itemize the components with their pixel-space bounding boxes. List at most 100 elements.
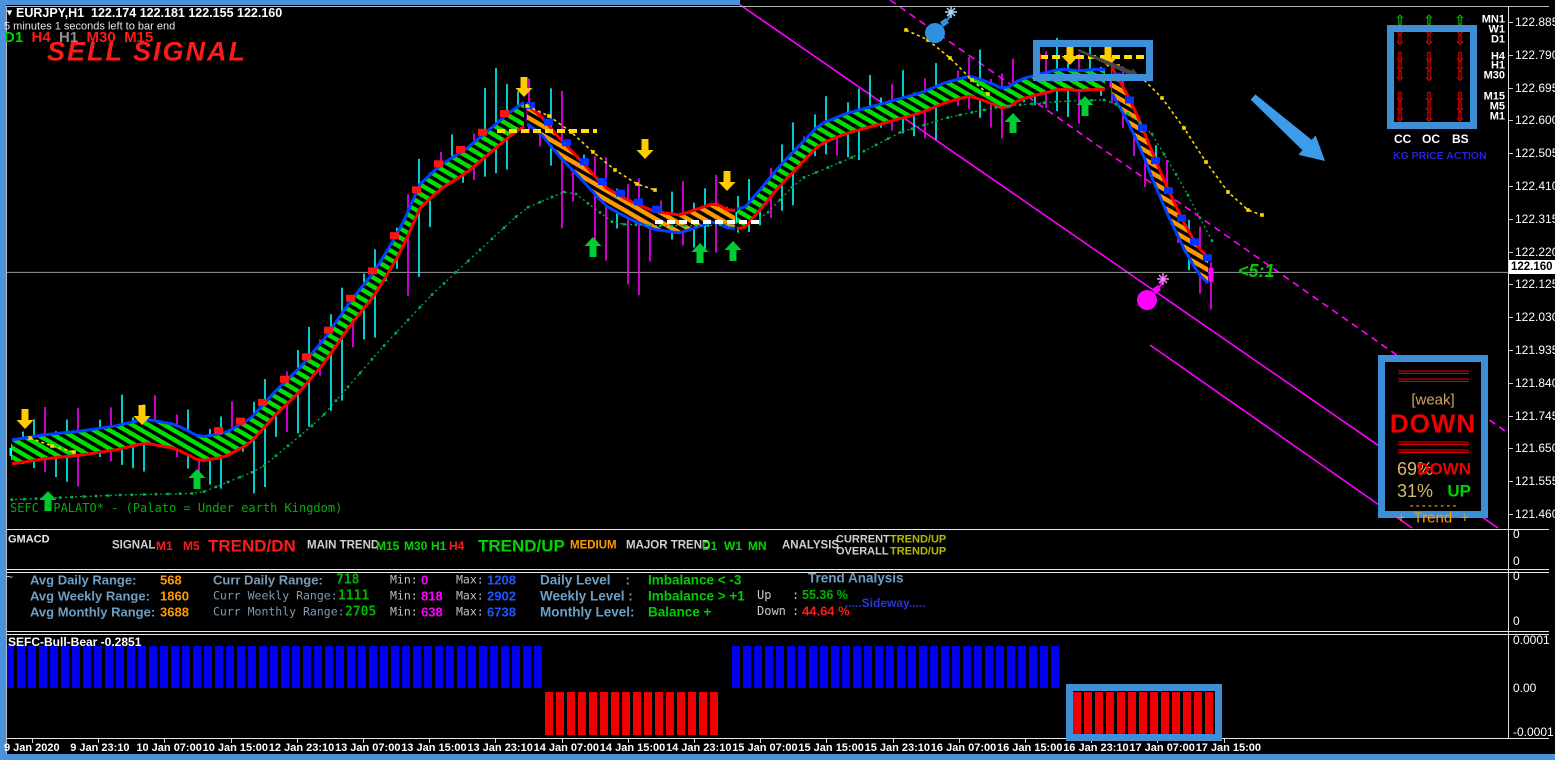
price-axis-label: 122.885 [1515, 15, 1555, 29]
price-axis-label: 121.555 [1515, 474, 1555, 488]
price-axis-label: 122.790 [1515, 48, 1555, 62]
price-axis-tick [1508, 186, 1513, 187]
price-axis-label: 122.315 [1515, 212, 1555, 226]
histogram-bar [996, 646, 1004, 688]
histogram-bar [974, 646, 982, 688]
gmacd-item: MN [748, 540, 767, 552]
gmacd-item: SIGNAL [112, 540, 155, 552]
mtf-col-header: OC [1422, 133, 1440, 145]
gmacd-item: TREND/UP [478, 538, 565, 555]
risk-ratio-label: <5:1 [1238, 262, 1275, 280]
subpanel-axis-label: 0 [1513, 554, 1520, 568]
range-item: Curr Monthly Range: [213, 606, 345, 618]
buy-dot-marker [368, 267, 377, 274]
sell-dot-marker [598, 178, 607, 185]
highlight-box [1066, 684, 1222, 741]
price-axis-tick [1508, 284, 1513, 285]
price-axis-label: 121.840 [1515, 376, 1555, 390]
price-axis-label: 122.695 [1515, 81, 1555, 95]
sell-dot-marker [1177, 215, 1186, 222]
sell-dot-marker [616, 190, 625, 197]
histogram-bar [677, 692, 685, 735]
histogram-bar [61, 646, 69, 688]
histogram-bar [633, 692, 641, 735]
gmacd-item: D1 [702, 540, 717, 552]
buy-dot-marker [500, 110, 509, 117]
price-axis-tick [1508, 416, 1513, 417]
price-chart-canvas[interactable] [0, 0, 1508, 529]
histogram-bar [435, 646, 443, 688]
range-item: 55.36 % [802, 589, 848, 602]
sell-dot-marker [1164, 187, 1173, 194]
panel-separator [6, 529, 1549, 530]
mtf-col-header: CC [1394, 133, 1411, 145]
histogram-bar [215, 646, 223, 688]
histogram-bar [336, 646, 344, 688]
histogram-bar [897, 646, 905, 688]
gmacd-item: ANALYSIS [782, 540, 839, 552]
range-item: Balance + [648, 605, 711, 619]
range-item: 44.64 % [802, 605, 850, 618]
buy-dot-marker [346, 295, 355, 302]
buy-dot-marker [390, 232, 399, 239]
separator-text: ============== [1385, 447, 1481, 458]
buy-dot-marker [236, 418, 245, 425]
buy-dot-marker [214, 427, 223, 434]
histogram-bar [369, 646, 377, 688]
time-axis-tick [164, 739, 165, 743]
time-axis-tick [893, 739, 894, 743]
time-axis-label: 12 Jan 23:10 [269, 742, 334, 754]
range-item: Curr Weekly Range: [213, 590, 338, 602]
window-border-top [0, 0, 740, 5]
trend-pct-value: 31% [1397, 482, 1433, 500]
buy-dot-marker [478, 129, 487, 136]
histogram-bar [39, 646, 47, 688]
histogram-bar [457, 646, 465, 688]
price-axis-tick [1508, 88, 1513, 89]
histogram-bar [105, 646, 113, 688]
histogram-bar [1051, 646, 1059, 688]
histogram-bar [17, 646, 25, 688]
sell-dot-marker [562, 139, 571, 146]
histogram-bar [160, 646, 168, 688]
histogram-bar [380, 646, 388, 688]
range-item: Imbalance > +1 [648, 589, 745, 603]
gmacd-item: MAJOR TREND [626, 540, 710, 552]
time-axis-label: 10 Jan 07:00 [136, 742, 201, 754]
histogram-bar [688, 692, 696, 735]
gmacd-item: M15 [376, 540, 399, 552]
mt4-chart-window: ▼ EURJPY,H1 122.174 122.181 122.155 122.… [0, 0, 1555, 760]
range-item: Curr Daily Range: [213, 574, 323, 587]
histogram-bar [50, 646, 58, 688]
time-axis-label: 13 Jan 07:00 [335, 742, 400, 754]
panel-separator [6, 634, 1549, 635]
bull-bear-histogram [0, 634, 1508, 738]
time-axis-label: 15 Jan 07:00 [732, 742, 797, 754]
chart-left-border [6, 6, 7, 754]
time-axis-tick [429, 739, 430, 743]
mtf-panel-footer: KG PRICE ACTION [1393, 151, 1487, 162]
range-item: : [792, 605, 799, 617]
subpanel-axis-label: 0 [1513, 527, 1520, 541]
gmacd-item: H4 [449, 540, 464, 552]
highlight-box [1033, 40, 1153, 81]
histogram-bar [138, 646, 146, 688]
ma-ribbon [527, 106, 735, 233]
mtf-row-label: M1 [1490, 112, 1505, 123]
time-axis-label: 9 Jan 23:10 [70, 742, 129, 754]
histogram-bar [127, 646, 135, 688]
histogram-bar [358, 646, 366, 688]
time-axis-label: 15 Jan 23:10 [865, 742, 930, 754]
separator-text: ============== [1385, 376, 1481, 387]
histogram-bar [479, 646, 487, 688]
price-axis-label: 121.935 [1515, 343, 1555, 357]
histogram-bar [853, 646, 861, 688]
histogram-bar [83, 646, 91, 688]
histogram-bar [699, 692, 707, 735]
gmacd-item: MAIN TREND [307, 540, 379, 552]
symbol-dropdown-icon[interactable]: ▼ [5, 9, 14, 18]
price-axis-tick [1508, 383, 1513, 384]
range-item: Min: [390, 606, 418, 618]
symbol-ohlc-line: EURJPY,H1 122.174 122.181 122.155 122.16… [16, 7, 282, 20]
histogram-bar [468, 646, 476, 688]
